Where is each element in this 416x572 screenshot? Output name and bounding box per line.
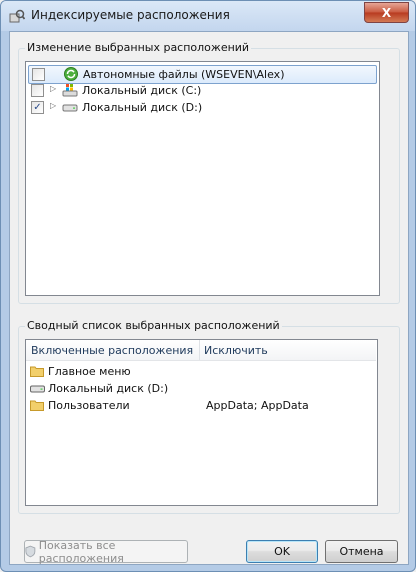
drive-d-checkbox[interactable]: ✓ bbox=[31, 101, 44, 114]
included-location: Пользователи bbox=[48, 399, 130, 412]
close-button[interactable]: X bbox=[364, 2, 409, 23]
tree-item-drive-d[interactable]: ✓ ▷ Локальный диск (D:) bbox=[28, 99, 375, 116]
summary-list-header: Включенные расположения Исключить bbox=[26, 340, 376, 361]
cancel-label: Отмена bbox=[339, 545, 384, 558]
folder-icon bbox=[30, 400, 44, 411]
tree-item-drive-c[interactable]: ▷ Локальный диск (C:) bbox=[28, 82, 375, 99]
close-icon: X bbox=[381, 5, 392, 20]
show-all-locations-button[interactable]: Показать все расположения bbox=[24, 538, 188, 565]
windows-drive-icon bbox=[62, 84, 78, 97]
title-bar[interactable]: Индексируемые расположения X bbox=[1, 1, 415, 31]
uac-shield-icon bbox=[25, 545, 36, 558]
window-title: Индексируемые расположения bbox=[31, 8, 230, 22]
indexing-options-icon bbox=[9, 9, 25, 23]
folder-icon bbox=[30, 366, 44, 377]
included-location: Локальный диск (D:) bbox=[48, 382, 169, 395]
drive-icon bbox=[62, 104, 78, 112]
locations-tree[interactable]: Автономные файлы (WSEVEN\Alex) ▷ Локальн… bbox=[25, 61, 380, 296]
offline-files-checkbox[interactable] bbox=[32, 68, 45, 81]
change-locations-group: Изменение выбранных расположений Автоном… bbox=[18, 41, 400, 304]
drive-icon bbox=[30, 385, 45, 393]
expand-arrow-icon[interactable]: ▷ bbox=[50, 101, 56, 110]
list-item[interactable]: Главное меню bbox=[30, 364, 370, 380]
expand-arrow-icon[interactable]: ▷ bbox=[50, 84, 56, 93]
show-all-locations-label: Показать все расположения bbox=[38, 538, 124, 565]
drive-c-checkbox[interactable] bbox=[31, 84, 44, 97]
cancel-button[interactable]: Отмена bbox=[325, 540, 398, 563]
ok-label: OK bbox=[274, 545, 290, 558]
offline-files-label: Автономные файлы (WSEVEN\Alex) bbox=[83, 68, 285, 81]
ok-button[interactable]: OK bbox=[246, 540, 318, 563]
summary-locations-group: Сводный список выбранных расположений Вк… bbox=[18, 319, 400, 514]
change-locations-label: Изменение выбранных расположений bbox=[25, 41, 252, 54]
excluded-items: AppData; AppData bbox=[206, 399, 309, 412]
column-header-exclude[interactable]: Исключить bbox=[204, 344, 268, 357]
column-header-included[interactable]: Включенные расположения bbox=[31, 344, 193, 357]
dialog-client-area: Изменение выбранных расположений Автоном… bbox=[9, 31, 409, 565]
list-item[interactable]: Пользователи AppData; AppData bbox=[30, 398, 370, 414]
sync-center-icon bbox=[64, 67, 78, 81]
included-location: Главное меню bbox=[48, 365, 131, 378]
drive-c-label: Локальный диск (C:) bbox=[82, 84, 202, 97]
dialog-window: Индексируемые расположения X Изменение в… bbox=[0, 0, 416, 572]
summary-list[interactable]: Включенные расположения Исключить Главно… bbox=[25, 339, 378, 506]
column-separator[interactable] bbox=[199, 340, 200, 360]
summary-locations-label: Сводный список выбранных расположений bbox=[25, 319, 282, 332]
drive-d-label: Локальный диск (D:) bbox=[82, 101, 203, 114]
list-item[interactable]: Локальный диск (D:) bbox=[30, 381, 370, 397]
